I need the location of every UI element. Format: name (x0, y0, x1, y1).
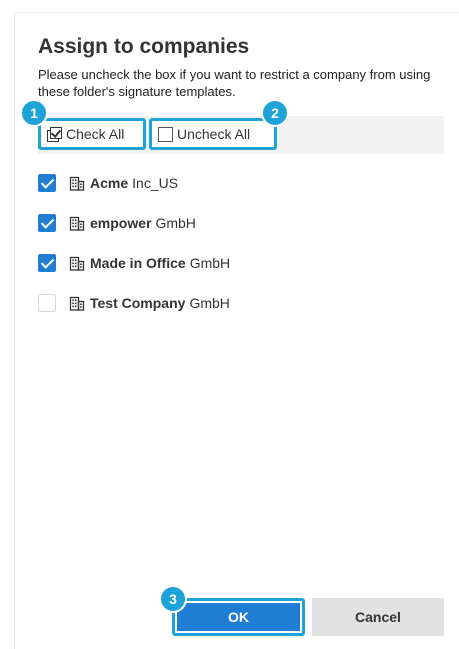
dialog-description: Please uncheck the box if you want to re… (38, 67, 431, 99)
building-icon (69, 176, 85, 191)
company-row[interactable]: Test Company GmbH (38, 283, 438, 323)
uncheck-all-label: Uncheck All (177, 126, 251, 142)
company-suffix: Inc_US (132, 175, 179, 191)
dialog-title: Assign to companies (38, 35, 250, 58)
building-icon (69, 296, 85, 311)
building-icon (69, 216, 85, 231)
uncheck-all-icon (158, 126, 173, 142)
ok-button[interactable]: OK (172, 598, 305, 636)
company-suffix: GmbH (189, 295, 230, 311)
company-suffix: GmbH (155, 215, 196, 231)
company-checkbox[interactable] (38, 174, 56, 192)
company-name: Test Company (90, 295, 186, 311)
company-row[interactable]: empower GmbH (38, 203, 438, 243)
callout-badge-2: 2 (261, 99, 289, 127)
assign-companies-dialog (14, 12, 459, 649)
company-row[interactable]: Acme Inc_US (38, 163, 438, 203)
company-checkbox[interactable] (38, 294, 56, 312)
cancel-button[interactable]: Cancel (312, 598, 444, 636)
company-name: Made in Office (90, 255, 186, 271)
company-checkbox[interactable] (38, 214, 56, 232)
callout-badge-1: 1 (20, 99, 48, 127)
check-all-button[interactable]: Check All (38, 118, 146, 150)
check-all-label: Check All (66, 126, 125, 142)
building-icon (69, 256, 85, 271)
company-row[interactable]: Made in Office GmbH (38, 243, 438, 283)
company-checkbox[interactable] (38, 254, 56, 272)
company-name: empower (90, 215, 152, 231)
callout-badge-3: 3 (159, 585, 187, 613)
check-all-icon (47, 126, 62, 142)
company-list: Acme Inc_US empower GmbH Made in Office … (38, 163, 438, 323)
company-name: Acme (90, 175, 129, 191)
uncheck-all-button[interactable]: Uncheck All (149, 118, 277, 150)
company-suffix: GmbH (189, 255, 231, 271)
